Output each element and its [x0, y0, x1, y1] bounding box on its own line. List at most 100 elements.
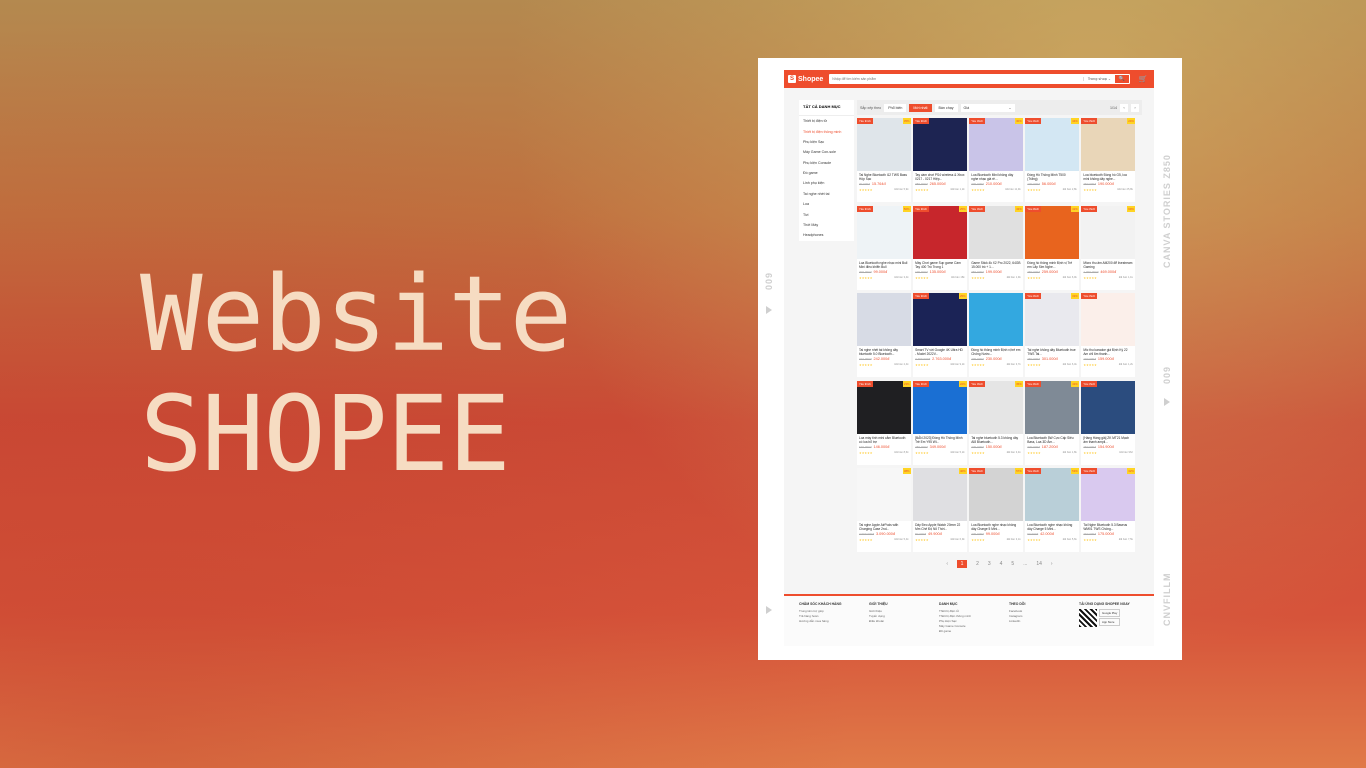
pager-next-button[interactable]: ›: [1051, 561, 1053, 567]
pager-page-button[interactable]: 14: [1036, 561, 1042, 567]
search-button[interactable]: 🔍: [1115, 75, 1129, 83]
sidebar-item[interactable]: Phụ kiện Console: [799, 158, 854, 168]
product-card[interactable]: Yêu thích 25% Máy Chơi game Sup game Cầm T…: [913, 205, 967, 290]
product-image[interactable]: Yêu thích 57%: [969, 468, 1023, 522]
pager-page-button[interactable]: 4: [1000, 561, 1003, 567]
product-card[interactable]: Yêu thích 35% Tai Nghe Bluetooth i12 TWS B…: [857, 118, 911, 202]
product-card[interactable]: Yêu thích 25% Smart TV với Google 4K Ultra…: [913, 293, 967, 378]
next-page-button[interactable]: ›: [1131, 103, 1139, 112]
footer-link[interactable]: Điều khoản: [869, 619, 929, 624]
product-image[interactable]: Yêu thích 35%: [969, 380, 1023, 434]
sort-popular-button[interactable]: Phổ biến: [884, 103, 907, 112]
sort-price-select[interactable]: Giá ⌄: [960, 103, 1015, 112]
product-card[interactable]: Yêu thích 24% Loa bluetooth Đồng hồ G5, lo…: [1081, 118, 1135, 202]
product-card[interactable]: Tai nghe nhét tai không dây bluetooth 5.…: [857, 293, 911, 378]
product-image[interactable]: Yêu thích 24%: [1081, 118, 1135, 171]
product-meta: ★★★★★ Đã bán 11,9k: [969, 187, 1023, 193]
sidebar-item[interactable]: Linh phụ kiện: [799, 178, 854, 188]
product-image[interactable]: Yêu thích 25%: [913, 293, 967, 347]
product-image[interactable]: Yêu thích 32%: [1081, 468, 1135, 522]
product-image[interactable]: 38%: [857, 468, 911, 522]
product-card[interactable]: Yêu thích 44% Đồng Hồ Thông Minh T500 (Trắ…: [1025, 118, 1079, 202]
product-card[interactable]: 40% Dây Đeo Apple Watch 20mm 22 Mm Chế Độ…: [913, 468, 967, 553]
pager-page-button[interactable]: 2: [976, 561, 979, 567]
product-image[interactable]: Yêu thích 35%: [857, 118, 911, 171]
sold-count: Đã bán 5,9k: [894, 188, 909, 191]
product-image[interactable]: Yêu thích 23%: [857, 380, 911, 434]
product-card[interactable]: Yêu thích 69% Micro thu âm AM200 để livest…: [1081, 205, 1135, 290]
product-image[interactable]: [969, 293, 1023, 347]
product-card[interactable]: Yêu thích Tay cầm chơi PS4 wireless & Xbo…: [913, 118, 967, 202]
product-image[interactable]: Yêu thích 43%: [969, 205, 1023, 259]
sidebar-item[interactable]: Loa: [799, 199, 854, 209]
sidebar-item[interactable]: Thiết bị điện tử: [799, 116, 854, 126]
pager-prev-button[interactable]: ‹: [946, 561, 948, 567]
product-card[interactable]: Yêu thích 23% Loa máy tính mini cắm Blueto…: [857, 380, 911, 465]
product-card[interactable]: Yêu thích [Hàng Hàng giá] ZK MT21 Mạch âm…: [1081, 380, 1135, 465]
sidebar-item[interactable]: Headphones: [799, 230, 854, 240]
pager-page-button[interactable]: 5: [1011, 561, 1014, 567]
product-image[interactable]: [857, 293, 911, 347]
product-card[interactable]: 38% Tai nghe Apple AirPods with Charging …: [857, 468, 911, 553]
product-image[interactable]: Yêu thích: [913, 118, 967, 171]
product-image[interactable]: Yêu thích 33%: [1025, 293, 1079, 347]
product-card[interactable]: Yêu thích 35% Tai nghe bluetooth 5.3 không…: [969, 380, 1023, 465]
product-card[interactable]: Yêu thích 42% Đồng hồ thông minh Định vị T…: [1025, 205, 1079, 290]
product-name: Loa Bluetooth nghe nhạc không dây Charge…: [971, 523, 1017, 532]
sidebar-item[interactable]: Thời Máy: [799, 220, 854, 230]
cart-icon[interactable]: 🛒: [1136, 75, 1150, 83]
product-image[interactable]: Yêu thích 30%: [969, 118, 1023, 171]
pager-page-button[interactable]: 3: [988, 561, 991, 567]
product-card[interactable]: Yêu thích 57% Loa Bluetooth nghe nhạc khôn…: [969, 468, 1023, 553]
pager-page-button[interactable]: ...: [1023, 561, 1027, 567]
product-image[interactable]: Yêu thích: [1081, 293, 1135, 347]
product-card[interactable]: Đồng hồ thông minh Định vị trẻ em Chống …: [969, 293, 1023, 378]
app-store-link[interactable]: Google Play: [1099, 609, 1121, 617]
product-card[interactable]: Yêu thích 50% Loa Bluetooth nghe nhạc mini…: [857, 205, 911, 290]
product-card[interactable]: Yêu thích 43% Loa Bluetooth 5W Cực Cấp Siê…: [1025, 380, 1079, 465]
product-card[interactable]: Yêu thích 32% Tai Nghe Bluetooth 5.3 Baseu…: [1081, 468, 1135, 553]
product-card[interactable]: Yêu thích 22% [BẢN 2023] Đồng Hồ Thông Min…: [913, 380, 967, 465]
product-card[interactable]: Yêu thích Mic thu karaoke giá Định Kỳ 22 …: [1081, 293, 1135, 378]
pager-page-button[interactable]: 1: [957, 560, 968, 569]
product-card[interactable]: Yêu thích 30% Loa Bluetooth Mini không dây…: [969, 118, 1023, 202]
app-store-link[interactable]: App Store: [1099, 618, 1121, 626]
product-image[interactable]: Yêu thích 22%: [913, 380, 967, 434]
rating-stars-icon: ★★★★★: [971, 275, 985, 280]
prev-page-button[interactable]: ‹: [1120, 103, 1128, 112]
product-meta: ★★★★★ Đã bán 18k: [913, 275, 967, 281]
sort-bestseller-button[interactable]: Bán chạy: [934, 103, 958, 112]
search-scope-select[interactable]: Trong shop ⌄: [1082, 77, 1115, 81]
product-image[interactable]: Yêu thích 44%: [1025, 118, 1079, 171]
footer-link[interactable]: Hướng dẫn mua hàng: [799, 619, 859, 624]
sidebar-item[interactable]: Máy Game Con-sole: [799, 147, 854, 157]
current-price: 2.763.000đ: [932, 357, 952, 362]
sidebar-item[interactable]: Phụ kiện Sạc: [799, 137, 854, 147]
sold-count: Đã bán 1,9k: [1006, 275, 1021, 279]
footer-link[interactable]: Đồ game: [939, 629, 999, 634]
product-card[interactable]: Yêu thích 53% Loa Bluetooth nghe nhạc khôn…: [1025, 468, 1079, 553]
product-image[interactable]: Yêu thích: [1081, 380, 1135, 434]
product-image[interactable]: Yêu thích 43%: [1025, 380, 1079, 434]
product-image[interactable]: Yêu thích 53%: [1025, 468, 1079, 522]
product-name: Loa bluetooth Đồng hồ G5, loa mini không…: [1083, 173, 1127, 181]
product-image[interactable]: 40%: [913, 468, 967, 522]
product-card[interactable]: Yêu thích 43% Game Stick 4k X2 Pro 2022, 6…: [969, 205, 1023, 290]
product-image[interactable]: Yêu thích 69%: [1081, 205, 1135, 259]
sidebar-item[interactable]: Thiết bị điện thông minh: [799, 126, 854, 136]
product-card[interactable]: Yêu thích 33% Tai nghe không dây Bluetooth…: [1025, 293, 1079, 378]
search-input[interactable]: [829, 74, 1083, 84]
sidebar-item[interactable]: Tivi: [799, 209, 854, 219]
rating-stars-icon: ★★★★★: [971, 450, 985, 455]
product-image[interactable]: Yêu thích 50%: [857, 205, 911, 259]
sidebar-item[interactable]: Đồ game: [799, 168, 854, 178]
sort-newest-button[interactable]: Mới nhất: [909, 103, 932, 112]
favorite-badge: Yêu thích: [857, 380, 873, 387]
shopee-logo[interactable]: S Shopee: [788, 75, 823, 83]
discount-badge: 44%: [1071, 118, 1079, 124]
sidebar-item[interactable]: Tai nghe nhét tai: [799, 189, 854, 199]
product-image[interactable]: Yêu thích 25%: [913, 205, 967, 259]
product-image[interactable]: Yêu thích 42%: [1025, 205, 1079, 259]
footer-link[interactable]: LinkedIn: [1009, 619, 1069, 624]
rating-stars-icon: ★★★★★: [915, 275, 929, 280]
